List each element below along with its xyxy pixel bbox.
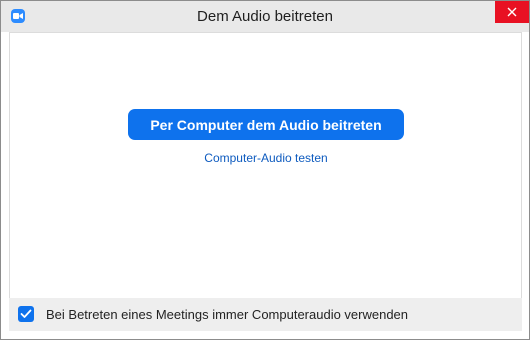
close-icon bbox=[507, 7, 517, 17]
title-bar[interactable]: Dem Audio beitreten bbox=[1, 1, 529, 32]
test-computer-audio-link[interactable]: Computer-Audio testen bbox=[1, 151, 530, 165]
close-button[interactable] bbox=[495, 1, 529, 23]
join-with-computer-audio-button[interactable]: Per Computer dem Audio beitreten bbox=[128, 109, 404, 140]
footer-bar: Bei Betreten eines Meetings immer Comput… bbox=[9, 298, 522, 331]
checkmark-icon bbox=[20, 309, 32, 318]
window-title: Dem Audio beitreten bbox=[197, 8, 333, 25]
always-use-computer-audio-checkbox[interactable] bbox=[18, 306, 34, 322]
audio-dialog-window: Dem Audio beitreten Per Computer dem Aud… bbox=[0, 0, 530, 340]
dialog-content bbox=[9, 32, 522, 298]
checkbox-label[interactable]: Bei Betreten eines Meetings immer Comput… bbox=[46, 307, 408, 322]
